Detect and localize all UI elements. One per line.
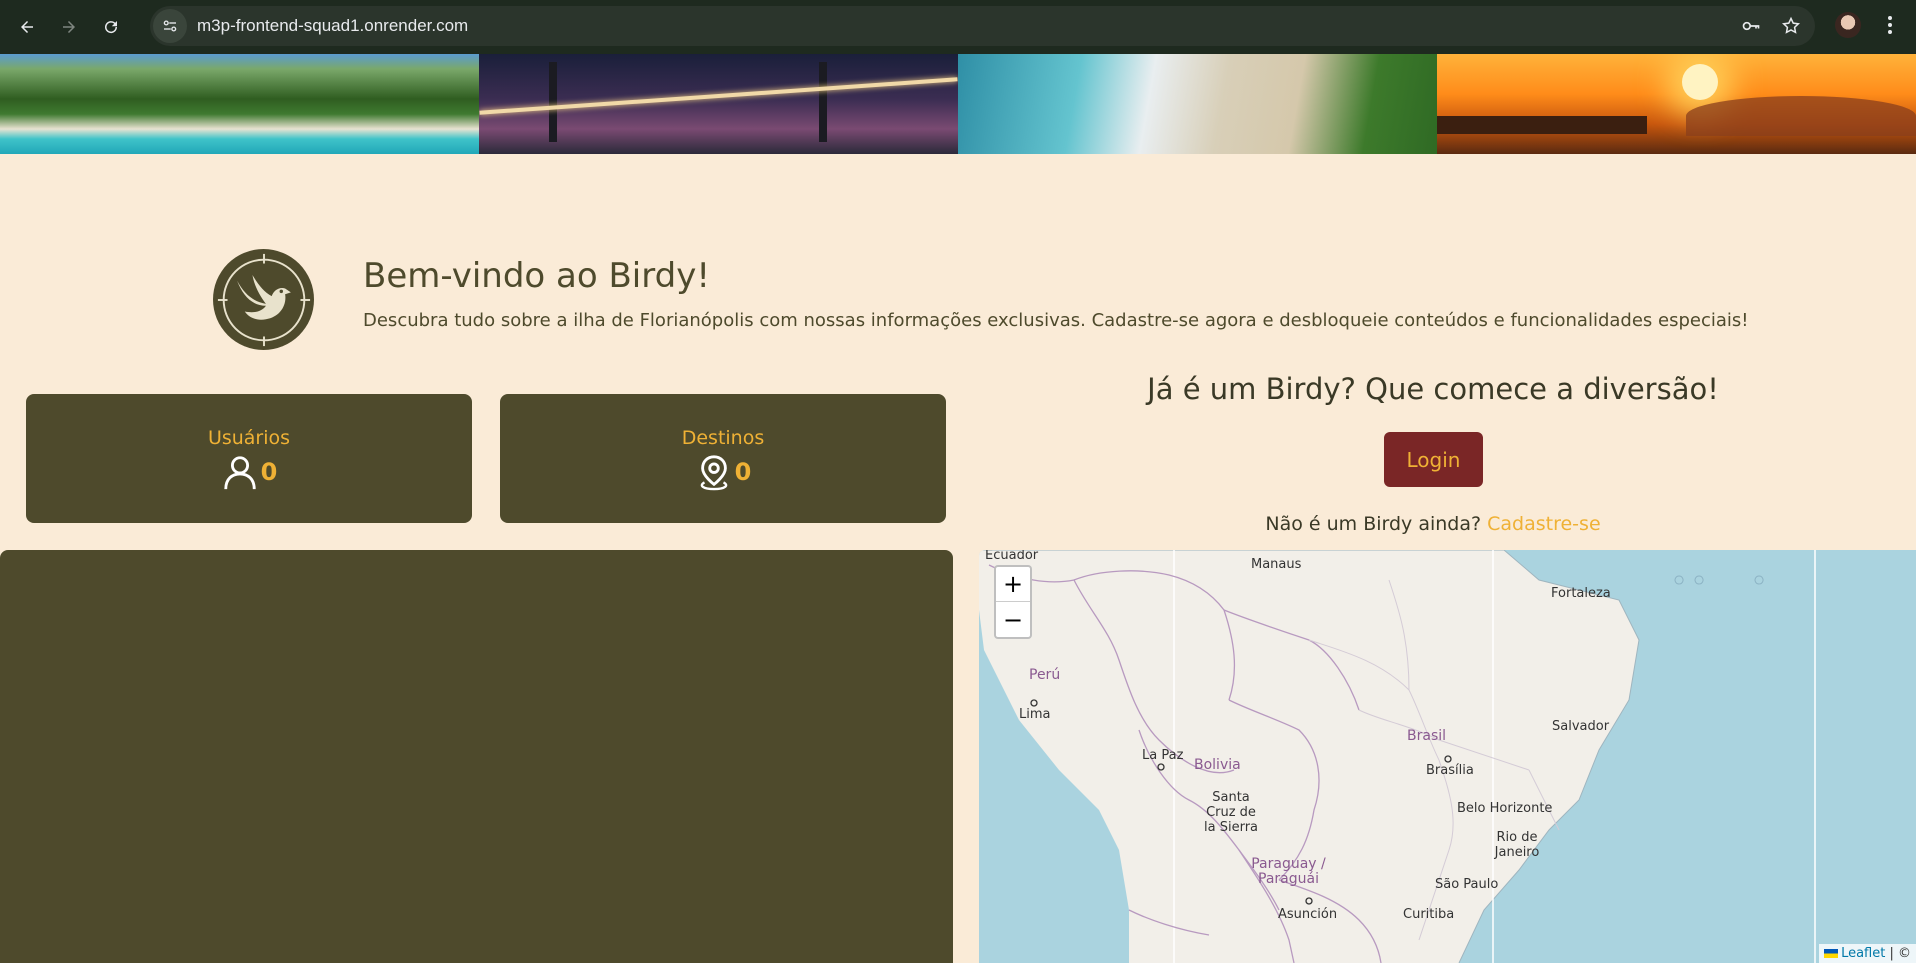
- users-stat-card: Usuários 0: [26, 394, 472, 523]
- users-label: Usuários: [207, 426, 291, 449]
- map-label-belo-horizonte: Belo Horizonte: [1457, 801, 1553, 816]
- aerial-beach-photo: [958, 54, 1437, 154]
- map-label-lima: Lima: [1019, 707, 1051, 722]
- map-attribution: Leaflet | ©: [1819, 944, 1916, 963]
- bird-icon: [217, 253, 310, 346]
- back-icon: [21, 21, 33, 33]
- map-label-brasilia: Brasília: [1426, 763, 1474, 778]
- map-label-ecuador: Ecuador: [985, 550, 1039, 563]
- hero-banner: [0, 54, 1916, 154]
- map-label-asuncion: Asunción: [1278, 907, 1338, 922]
- bridge-night-photo: [479, 54, 958, 154]
- zoom-control: + −: [994, 565, 1032, 639]
- menu-kebab-icon[interactable]: [1880, 13, 1900, 37]
- user-icon: [223, 455, 256, 489]
- birdy-logo: [213, 249, 314, 350]
- map-label-la-paz: La Paz: [1142, 748, 1184, 763]
- destinations-label: Destinos: [681, 426, 765, 449]
- map-label-fortaleza: Fortaleza: [1551, 586, 1611, 601]
- profile-avatar[interactable]: [1835, 12, 1861, 38]
- destinations-panel: [0, 550, 953, 963]
- password-key-icon[interactable]: [1741, 16, 1761, 36]
- login-button[interactable]: Login: [1384, 432, 1483, 487]
- sunset-pier-photo: [1437, 54, 1916, 154]
- map-label-salvador: Salvador: [1552, 719, 1610, 734]
- bookmark-star-icon[interactable]: [1781, 16, 1801, 36]
- url-text[interactable]: m3p-frontend-squad1.onrender.com: [197, 16, 468, 36]
- map-tiles: [979, 550, 1816, 963]
- destinations-count: 0: [734, 457, 752, 486]
- location-pin-icon: [700, 454, 727, 490]
- leaflet-link[interactable]: Leaflet: [1841, 946, 1885, 961]
- map-label-bolivia: Bolivia: [1194, 757, 1241, 773]
- beach-island-photo: [0, 54, 479, 154]
- reload-button[interactable]: [96, 12, 126, 42]
- signup-prompt-text: Não é um Birdy ainda?: [1265, 513, 1482, 535]
- users-count: 0: [260, 457, 278, 486]
- browser-toolbar: m3p-frontend-squad1.onrender.com: [0, 0, 1916, 54]
- welcome-title: Bem-vindo ao Birdy!: [363, 256, 710, 296]
- map-label-paraguay: Paraguay / Paraguái: [1251, 856, 1326, 887]
- signup-link[interactable]: Cadastre-se: [1487, 513, 1601, 535]
- forward-icon: [63, 21, 75, 33]
- reload-icon: [105, 21, 118, 34]
- leaflet-map[interactable]: Ecuador Manaus Fortaleza Perú Lima Salva…: [979, 550, 1916, 963]
- ukraine-flag-icon: [1824, 949, 1839, 958]
- map-label-sao-paulo: São Paulo: [1435, 877, 1499, 892]
- login-heading: Já é um Birdy? Que comece a diversão!: [1147, 372, 1719, 406]
- map-label-curitiba: Curitiba: [1403, 907, 1455, 922]
- back-button[interactable]: [12, 12, 42, 42]
- signup-prompt: Não é um Birdy ainda? Cadastre-se: [980, 513, 1886, 535]
- map-label-manaus: Manaus: [1251, 557, 1302, 572]
- map-label-peru: Perú: [1029, 667, 1061, 683]
- forward-button[interactable]: [54, 12, 84, 42]
- zoom-out-button[interactable]: −: [996, 602, 1030, 637]
- map-label-rio: Rio de Janeiro: [1494, 830, 1540, 860]
- site-settings-icon[interactable]: [153, 9, 187, 43]
- zoom-in-button[interactable]: +: [996, 567, 1030, 602]
- welcome-text: Descubra tudo sobre a ilha de Florianópo…: [363, 310, 1749, 331]
- destinations-stat-card: Destinos 0: [500, 394, 946, 523]
- address-bar[interactable]: m3p-frontend-squad1.onrender.com: [150, 6, 1815, 46]
- map-label-santa-cruz: Santa Cruz de la Sierra: [1204, 790, 1258, 835]
- attribution-text: | ©: [1885, 946, 1911, 961]
- map-label-brasil: Brasil: [1407, 728, 1447, 744]
